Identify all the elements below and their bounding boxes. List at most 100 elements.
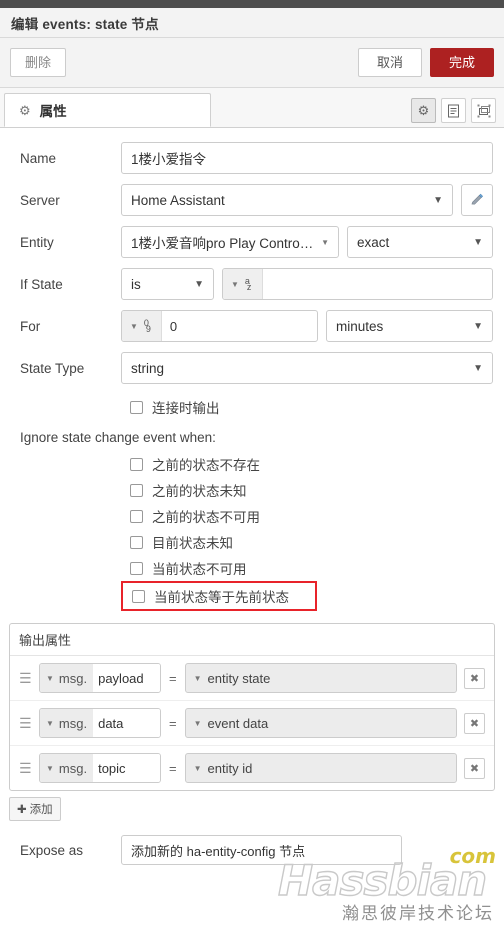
- properties-panel-button[interactable]: ⚙: [411, 98, 436, 123]
- add-output-property-label: 添加: [29, 804, 53, 816]
- gear-icon: ⚙: [19, 102, 31, 118]
- chevron-down-icon: ▼: [193, 673, 202, 683]
- for-type-select[interactable]: ▼ 09: [122, 311, 162, 341]
- output-key-input-0[interactable]: payload: [93, 664, 160, 692]
- close-icon: ✖: [469, 672, 480, 685]
- dialog-action-bar: 删除 取消 完成: [0, 38, 504, 88]
- server-edit-button[interactable]: [461, 184, 493, 216]
- ignore-item-1[interactable]: 之前的状态未知: [11, 477, 493, 503]
- ignore-item-4[interactable]: 当前状态不可用: [11, 555, 493, 581]
- drag-handle-icon[interactable]: ☰: [19, 761, 32, 775]
- ignore-item-5[interactable]: 当前状态等于先前状态: [121, 581, 317, 611]
- state-type-select[interactable]: string ▼: [121, 352, 493, 384]
- if-state-control: is ▼ ▼ az: [121, 268, 493, 300]
- close-icon: ✖: [469, 762, 480, 775]
- az-string-icon: az: [244, 275, 252, 292]
- ignore-label-5: 当前状态等于先前状态: [154, 590, 289, 605]
- if-state-operator-value: is: [131, 276, 141, 292]
- output-key-input-1[interactable]: data: [93, 709, 160, 737]
- output-value-2: entity id: [207, 760, 253, 776]
- form-row-server: Server Home Assistant ▼: [11, 184, 493, 216]
- ignore-checkbox-0[interactable]: [130, 457, 143, 471]
- remove-output-property-2[interactable]: ✖: [464, 757, 485, 779]
- chevron-down-icon: ▼: [193, 718, 202, 728]
- equals-sign-0: =: [169, 670, 177, 686]
- entity-select-value: 1楼小爱音响pro Play Contro…: [131, 236, 314, 251]
- delete-button[interactable]: 删除: [10, 47, 67, 78]
- tab-tool-buttons: ⚙: [411, 98, 504, 127]
- output-on-connect-checkbox[interactable]: [130, 400, 143, 414]
- ignore-item-0[interactable]: 之前的状态不存在: [11, 451, 493, 477]
- server-control: Home Assistant ▼: [121, 184, 493, 216]
- add-output-property-button[interactable]: ✚ 添加: [9, 797, 61, 821]
- dialog-header: 编辑 events: state 节点: [0, 8, 504, 38]
- output-value-1: event data: [207, 715, 269, 731]
- chevron-down-icon: ▼: [193, 763, 202, 773]
- output-on-connect-row[interactable]: 连接时输出: [11, 394, 493, 420]
- drag-handle-icon[interactable]: ☰: [19, 671, 32, 685]
- output-key-scope-select-0[interactable]: ▼ msg.: [40, 664, 94, 692]
- if-state-type-select[interactable]: ▼ az: [223, 269, 263, 299]
- watermark-subtitle: 瀚思彼岸技术论坛: [342, 904, 494, 923]
- name-input[interactable]: 1楼小爱指令: [121, 142, 493, 174]
- output-value-select-2[interactable]: ▼ entity id: [184, 753, 457, 783]
- output-key-input-2[interactable]: topic: [93, 754, 160, 782]
- description-panel-button[interactable]: [441, 98, 466, 123]
- ignore-checkbox-2[interactable]: [130, 509, 143, 523]
- for-typed-input: ▼ 09 0: [121, 310, 318, 342]
- for-units-select[interactable]: minutes ▼: [326, 310, 493, 342]
- output-key-scope-select-1[interactable]: ▼ msg.: [40, 709, 94, 737]
- for-label: For: [20, 318, 41, 334]
- close-icon: ✖: [469, 717, 480, 730]
- if-state-value-input[interactable]: [263, 269, 492, 299]
- entity-control: 1楼小爱音响pro Play Contro… ▼ exact ▼: [121, 226, 493, 258]
- chevron-down-icon: ▼: [46, 718, 54, 728]
- output-property-row-2: ☰ ▼ msg. topic = ▼ entity id ✖: [10, 746, 494, 790]
- output-value-select-1[interactable]: ▼ event data: [184, 708, 457, 738]
- ignore-item-2[interactable]: 之前的状态不可用: [11, 503, 493, 529]
- expose-as-select[interactable]: 添加新的 ha-entity-config 节点: [121, 835, 402, 865]
- ignore-checkbox-4[interactable]: [130, 561, 143, 575]
- name-label: Name: [20, 150, 57, 166]
- for-units-value: minutes: [336, 318, 384, 334]
- form-row-if-state: If State is ▼ ▼ az: [11, 268, 493, 300]
- server-select[interactable]: Home Assistant ▼: [121, 184, 453, 216]
- output-value-select-0[interactable]: ▼ entity state: [184, 663, 457, 693]
- name-control: 1楼小爱指令: [121, 142, 493, 174]
- node-appearance-icon: [477, 104, 490, 117]
- output-key-scope-select-2[interactable]: ▼ msg.: [40, 754, 94, 782]
- entity-select[interactable]: 1楼小爱音响pro Play Contro… ▼: [121, 226, 339, 258]
- cancel-button[interactable]: 取消: [357, 47, 422, 78]
- server-select-value: Home Assistant: [131, 192, 225, 208]
- ignore-item-3[interactable]: 目前状态未知: [11, 529, 493, 555]
- remove-output-property-0[interactable]: ✖: [464, 667, 485, 689]
- form-row-for: For ▼ 09 0 minutes ▼: [11, 310, 493, 342]
- ignore-checkbox-3[interactable]: [130, 535, 143, 549]
- entity-match-select[interactable]: exact ▼: [347, 226, 493, 258]
- output-key-field-1: ▼ msg. data: [39, 708, 161, 738]
- remove-output-property-1[interactable]: ✖: [464, 712, 485, 734]
- appearance-panel-button[interactable]: [471, 98, 496, 123]
- form-row-expose-as: Expose as 添加新的 ha-entity-config 节点: [11, 835, 493, 865]
- form-row-state-type: State Type string ▼: [11, 352, 493, 384]
- output-properties-panel: 输出属性 ☰ ▼ msg. payload = ▼ entity state ✖…: [9, 623, 495, 791]
- tab-properties[interactable]: ⚙ 属性: [4, 93, 211, 127]
- tab-bar: ⚙ 属性 ⚙: [0, 88, 504, 128]
- for-value-input[interactable]: 0: [162, 311, 317, 341]
- ignore-checkbox-1[interactable]: [130, 483, 143, 497]
- chevron-down-icon: ▼: [46, 763, 54, 773]
- if-state-operator-select[interactable]: is ▼: [121, 268, 214, 300]
- expose-section: Expose as 添加新的 ha-entity-config 节点: [0, 835, 504, 865]
- output-value-0: entity state: [207, 670, 271, 686]
- chevron-down-icon: ▼: [433, 194, 443, 206]
- done-button[interactable]: 完成: [429, 47, 494, 78]
- output-key-scope-2: msg.: [58, 760, 88, 776]
- drag-handle-icon[interactable]: ☰: [19, 716, 32, 730]
- state-type-value: string: [131, 360, 165, 376]
- chevron-down-icon: ▼: [46, 673, 54, 683]
- output-key-scope-0: msg.: [58, 670, 88, 686]
- pencil-icon: [471, 193, 484, 205]
- description-icon: [448, 104, 459, 117]
- ignore-checkbox-5[interactable]: [132, 589, 145, 603]
- chevron-down-icon: ▼: [473, 236, 483, 248]
